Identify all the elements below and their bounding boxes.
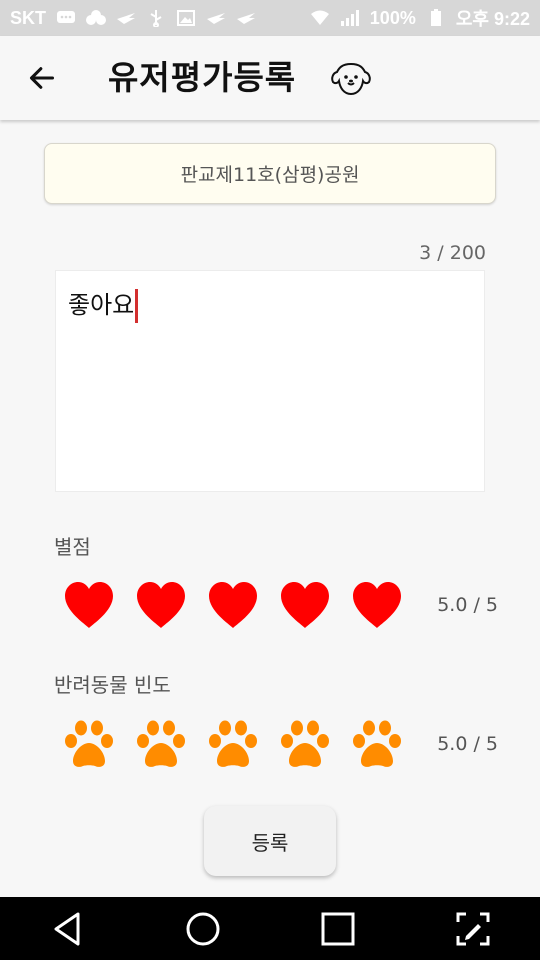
park-name: 판교제11호(삼평)공원 — [180, 164, 360, 186]
paw-icon[interactable] — [58, 714, 120, 774]
pet-frequency-label: 반려동물 빈도 — [54, 673, 171, 697]
heart-icon[interactable] — [58, 575, 120, 635]
nav-back-icon — [54, 912, 79, 945]
review-textarea[interactable]: 좋아요 — [55, 270, 485, 492]
nav-edit-icon — [456, 912, 489, 945]
heart-icon[interactable] — [130, 575, 192, 635]
nav-recents-icon — [321, 912, 354, 945]
battery-percent: 100% — [369, 7, 416, 28]
nav-home-icon — [186, 912, 219, 945]
battery-icon — [426, 9, 446, 27]
paw-rating[interactable]: 5.0 / 5 — [58, 714, 498, 774]
heart-rating[interactable]: 5.0 / 5 — [58, 575, 498, 635]
rating-label: 별점 — [54, 535, 91, 559]
paw-icon[interactable] — [202, 714, 264, 774]
submit-label: 등록 — [251, 830, 289, 855]
park-name-card: 판교제11호(삼평)공원 — [44, 143, 496, 204]
text-cursor — [135, 289, 139, 323]
dog-face-icon — [331, 62, 371, 96]
submit-button[interactable]: 등록 — [204, 806, 336, 876]
nav-home-button[interactable] — [173, 904, 233, 954]
notification-wing-icon — [116, 9, 136, 27]
nav-recents-button[interactable] — [308, 904, 368, 954]
paw-icon[interactable] — [274, 714, 336, 774]
system-nav-bar — [0, 897, 540, 960]
rating-value: 5.0 / 5 — [437, 594, 498, 616]
signal-icon — [340, 9, 360, 27]
nav-back-button[interactable] — [38, 904, 98, 954]
carrier-label: SKT — [10, 7, 46, 28]
arrow-left-icon — [29, 67, 55, 89]
paw-icon[interactable] — [130, 714, 192, 774]
heart-icon[interactable] — [202, 575, 264, 635]
heart-icon[interactable] — [346, 575, 408, 635]
notification-wing-icon — [206, 9, 226, 27]
image-icon — [176, 9, 196, 27]
cloud-app-icon — [86, 9, 106, 27]
notification-wing-icon — [236, 9, 256, 27]
status-right: 100% 오후 9:22 — [310, 5, 530, 31]
wifi-icon — [310, 9, 330, 27]
page-title: 유저평가등록 — [108, 58, 297, 97]
usb-icon — [146, 9, 166, 27]
pet-frequency-value: 5.0 / 5 — [437, 733, 498, 755]
character-counter: 3 / 200 — [419, 242, 486, 264]
review-text: 좋아요 — [68, 291, 135, 319]
back-button[interactable] — [22, 58, 62, 98]
paw-icon[interactable] — [346, 714, 408, 774]
clock: 오후 9:22 — [455, 9, 530, 29]
heart-icon[interactable] — [274, 575, 336, 635]
nav-edit-button[interactable] — [443, 904, 503, 954]
message-icon — [56, 9, 76, 27]
status-left: SKT — [10, 8, 256, 29]
status-bar: SKT 100% 오후 9:22 — [0, 0, 540, 36]
app-bar: 유저평가등록 — [0, 36, 540, 120]
